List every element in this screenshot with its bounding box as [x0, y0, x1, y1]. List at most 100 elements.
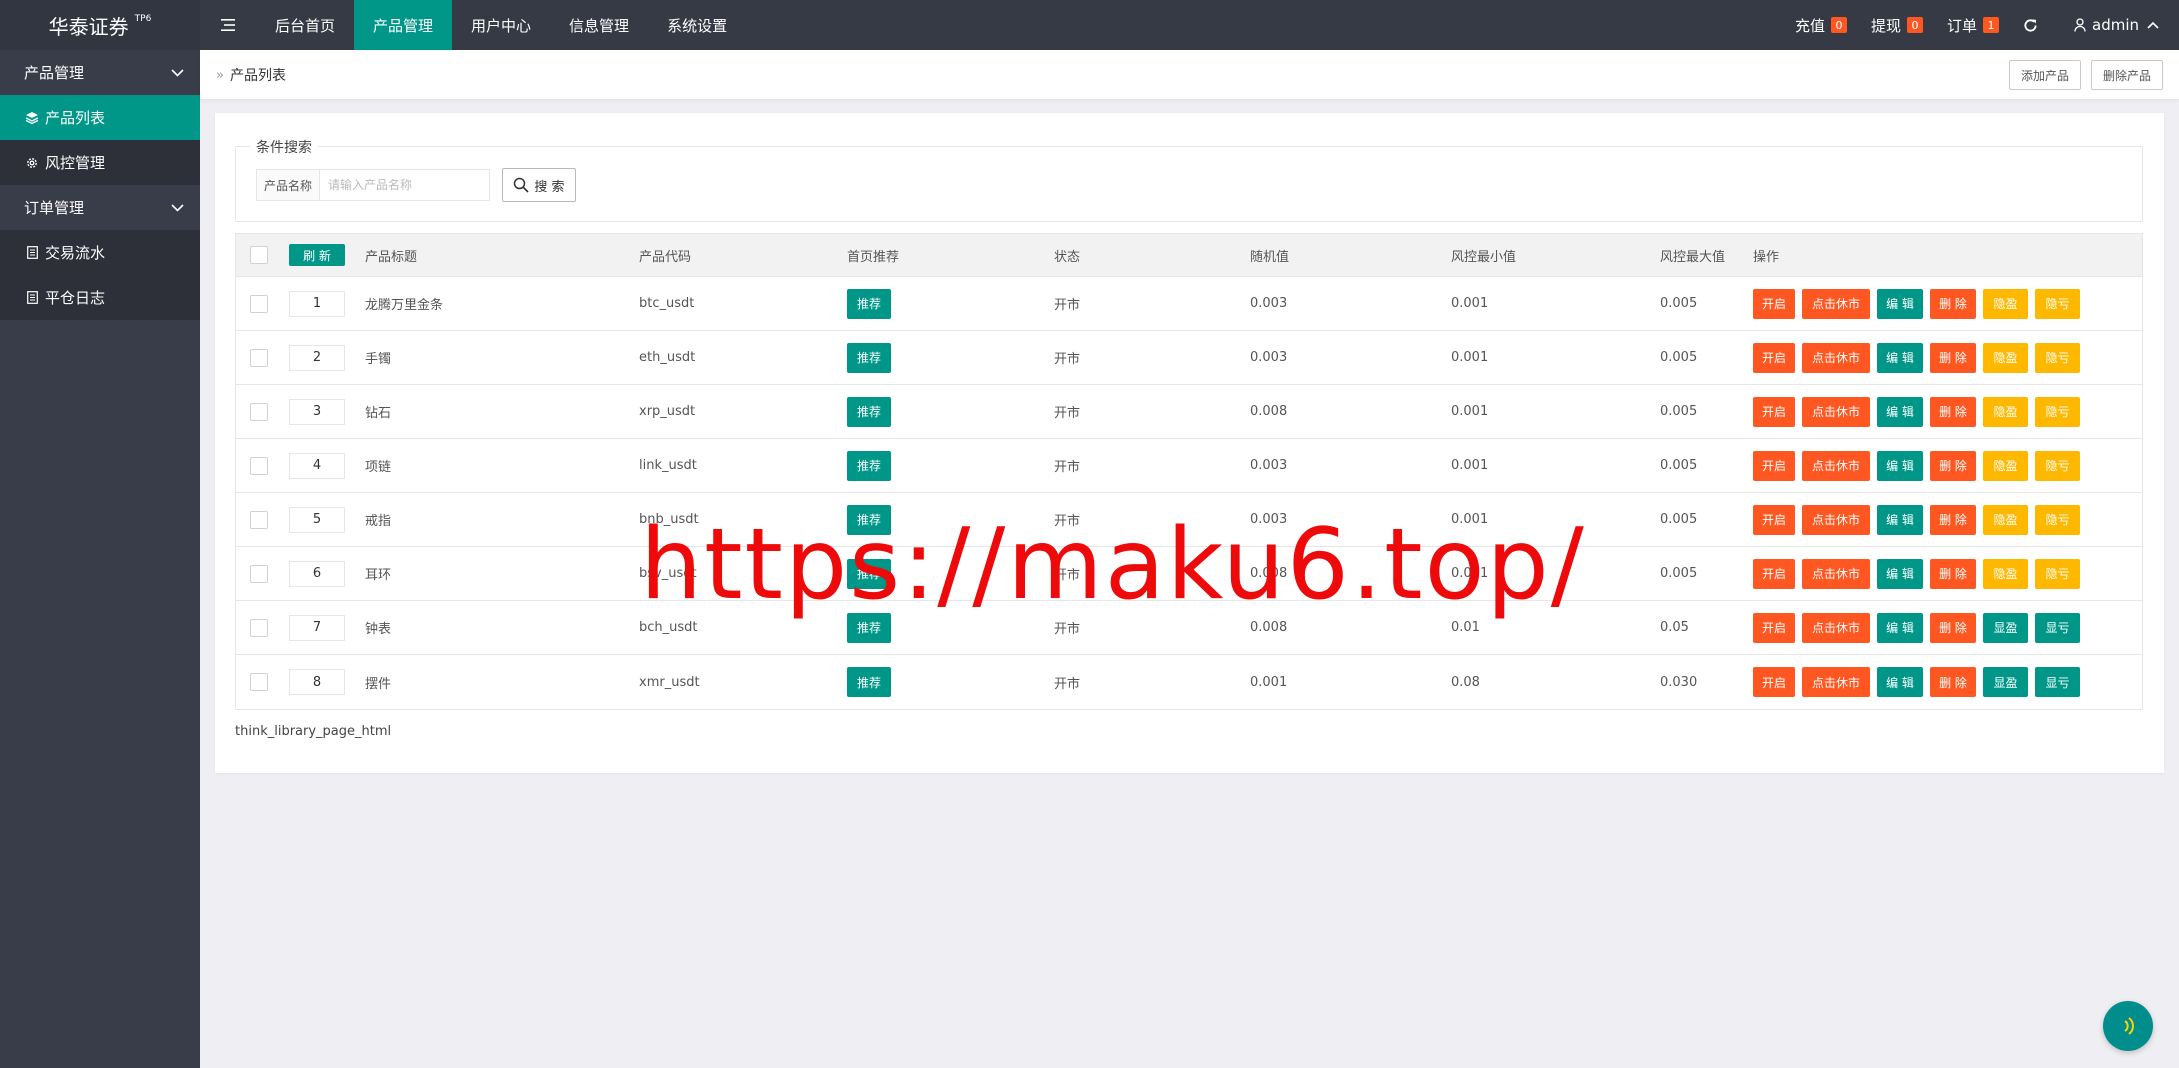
delete-button[interactable]: 删 除: [1930, 450, 1976, 481]
sidebar-item-risk[interactable]: 风控管理: [0, 140, 200, 185]
sidebar-group-orders[interactable]: 订单管理: [0, 185, 200, 230]
profit-visibility-button[interactable]: 显盈: [1983, 667, 2028, 697]
loss-visibility-button[interactable]: 隐亏: [2035, 504, 2080, 535]
close-market-button[interactable]: 点击休市: [1802, 342, 1870, 373]
edit-button[interactable]: 编 辑: [1877, 342, 1923, 373]
sidebar-item-product-list[interactable]: 产品列表: [0, 95, 200, 140]
profit-visibility-button[interactable]: 隐盈: [1983, 288, 2028, 319]
refresh-icon[interactable]: [2023, 18, 2038, 33]
close-market-button[interactable]: 点击休市: [1802, 450, 1870, 481]
open-button[interactable]: 开启: [1753, 504, 1795, 535]
profit-visibility-button[interactable]: 隐盈: [1983, 504, 2028, 535]
recharge-link[interactable]: 充值 0: [1795, 15, 1847, 36]
delete-button[interactable]: 删 除: [1930, 558, 1976, 589]
row-checkbox[interactable]: [250, 510, 268, 529]
table-header: 刷 新 产品标题 产品代码 首页推荐 状态 随机值 风控最小值 风控最大值 操作: [236, 234, 2142, 277]
profit-visibility-button[interactable]: 隐盈: [1983, 396, 2028, 427]
recommend-button[interactable]: 推荐: [847, 342, 891, 373]
sort-input[interactable]: 7: [289, 614, 345, 641]
menu-toggle-icon[interactable]: [212, 0, 244, 50]
sort-input[interactable]: 5: [289, 506, 345, 533]
open-button[interactable]: 开启: [1753, 396, 1795, 427]
row-checkbox[interactable]: [250, 618, 268, 637]
close-market-button[interactable]: 点击休市: [1802, 504, 1870, 535]
delete-product-button[interactable]: 删除产品: [2090, 60, 2163, 90]
open-button[interactable]: 开启: [1753, 450, 1795, 481]
recommend-button[interactable]: 推荐: [847, 667, 891, 697]
edit-button[interactable]: 编 辑: [1877, 558, 1923, 589]
sidebar-group-products[interactable]: 产品管理: [0, 50, 200, 95]
delete-button[interactable]: 删 除: [1930, 288, 1976, 319]
orders-link[interactable]: 订单 1: [1947, 15, 1999, 36]
profit-visibility-button[interactable]: 隐盈: [1983, 558, 2028, 589]
logo[interactable]: 华泰证券 TP6: [0, 0, 200, 50]
open-button[interactable]: 开启: [1753, 342, 1795, 373]
sidebar-item-trades[interactable]: 交易流水: [0, 230, 200, 275]
close-market-button[interactable]: 点击休市: [1802, 396, 1870, 427]
edit-button[interactable]: 编 辑: [1877, 612, 1923, 643]
row-checkbox[interactable]: [250, 564, 268, 583]
close-market-button[interactable]: 点击休市: [1802, 667, 1870, 697]
recommend-button[interactable]: 推荐: [847, 396, 891, 427]
delete-button[interactable]: 删 除: [1930, 667, 1976, 697]
edit-button[interactable]: 编 辑: [1877, 667, 1923, 697]
sort-input[interactable]: 1: [289, 290, 345, 317]
profit-visibility-button[interactable]: 隐盈: [1983, 342, 2028, 373]
open-button[interactable]: 开启: [1753, 667, 1795, 697]
sidebar-item-label: 风控管理: [45, 154, 106, 172]
delete-button[interactable]: 删 除: [1930, 396, 1976, 427]
edit-button[interactable]: 编 辑: [1877, 396, 1923, 427]
search-input[interactable]: [320, 169, 490, 201]
loss-visibility-button[interactable]: 显亏: [2035, 612, 2080, 643]
recommend-button[interactable]: 推荐: [847, 288, 891, 319]
profit-visibility-button[interactable]: 隐盈: [1983, 450, 2028, 481]
edit-button[interactable]: 编 辑: [1877, 450, 1923, 481]
status-text: 开市: [1054, 676, 1081, 692]
nav-products[interactable]: 产品管理: [354, 0, 453, 50]
edit-button[interactable]: 编 辑: [1877, 504, 1923, 535]
search-button[interactable]: 搜 索: [502, 168, 576, 202]
refresh-sort-button[interactable]: 刷 新: [289, 244, 345, 266]
loss-visibility-button[interactable]: 隐亏: [2035, 288, 2080, 319]
loss-visibility-button[interactable]: 隐亏: [2035, 558, 2080, 589]
loss-visibility-button[interactable]: 隐亏: [2035, 396, 2080, 427]
open-button[interactable]: 开启: [1753, 612, 1795, 643]
nav-settings[interactable]: 系统设置: [648, 0, 746, 50]
loss-visibility-button[interactable]: 隐亏: [2035, 450, 2080, 481]
sort-input[interactable]: 8: [289, 669, 345, 695]
edit-button[interactable]: 编 辑: [1877, 288, 1923, 319]
loss-visibility-button[interactable]: 隐亏: [2035, 342, 2080, 373]
row-checkbox[interactable]: [250, 456, 268, 475]
pagination-placeholder: think_library_page_html: [235, 724, 392, 739]
delete-button[interactable]: 删 除: [1930, 504, 1976, 535]
loss-visibility-button[interactable]: 显亏: [2035, 667, 2080, 697]
row-checkbox[interactable]: [250, 348, 268, 367]
close-market-button[interactable]: 点击休市: [1802, 558, 1870, 589]
row-checkbox[interactable]: [250, 294, 268, 313]
row-checkbox[interactable]: [250, 402, 268, 421]
recommend-button[interactable]: 推荐: [847, 450, 891, 481]
open-button[interactable]: 开启: [1753, 288, 1795, 319]
row-checkbox[interactable]: [250, 673, 268, 691]
risk-max-value: 0.005: [1660, 512, 1698, 527]
delete-button[interactable]: 删 除: [1930, 342, 1976, 373]
float-chat-button[interactable]: [2103, 1001, 2153, 1051]
nav-info[interactable]: 信息管理: [550, 0, 648, 50]
sort-input[interactable]: 4: [289, 452, 345, 479]
sort-input[interactable]: 3: [289, 398, 345, 425]
profit-visibility-button[interactable]: 显盈: [1983, 612, 2028, 643]
open-button[interactable]: 开启: [1753, 558, 1795, 589]
add-product-button[interactable]: 添加产品: [2008, 60, 2081, 90]
withdraw-link[interactable]: 提现 0: [1871, 15, 1923, 36]
close-market-button[interactable]: 点击休市: [1802, 288, 1870, 319]
row-actions: 开启 点击休市编 辑删 除隐盈 隐亏: [1753, 385, 2087, 438]
nav-home[interactable]: 后台首页: [256, 0, 354, 50]
select-all-checkbox[interactable]: [250, 246, 268, 264]
nav-users[interactable]: 用户中心: [452, 0, 550, 50]
close-market-button[interactable]: 点击休市: [1802, 612, 1870, 643]
sidebar-item-close-log[interactable]: 平仓日志: [0, 275, 200, 320]
delete-button[interactable]: 删 除: [1930, 612, 1976, 643]
user-menu[interactable]: admin: [2074, 16, 2165, 34]
sort-input[interactable]: 2: [289, 344, 345, 371]
sort-input[interactable]: 6: [289, 560, 345, 587]
